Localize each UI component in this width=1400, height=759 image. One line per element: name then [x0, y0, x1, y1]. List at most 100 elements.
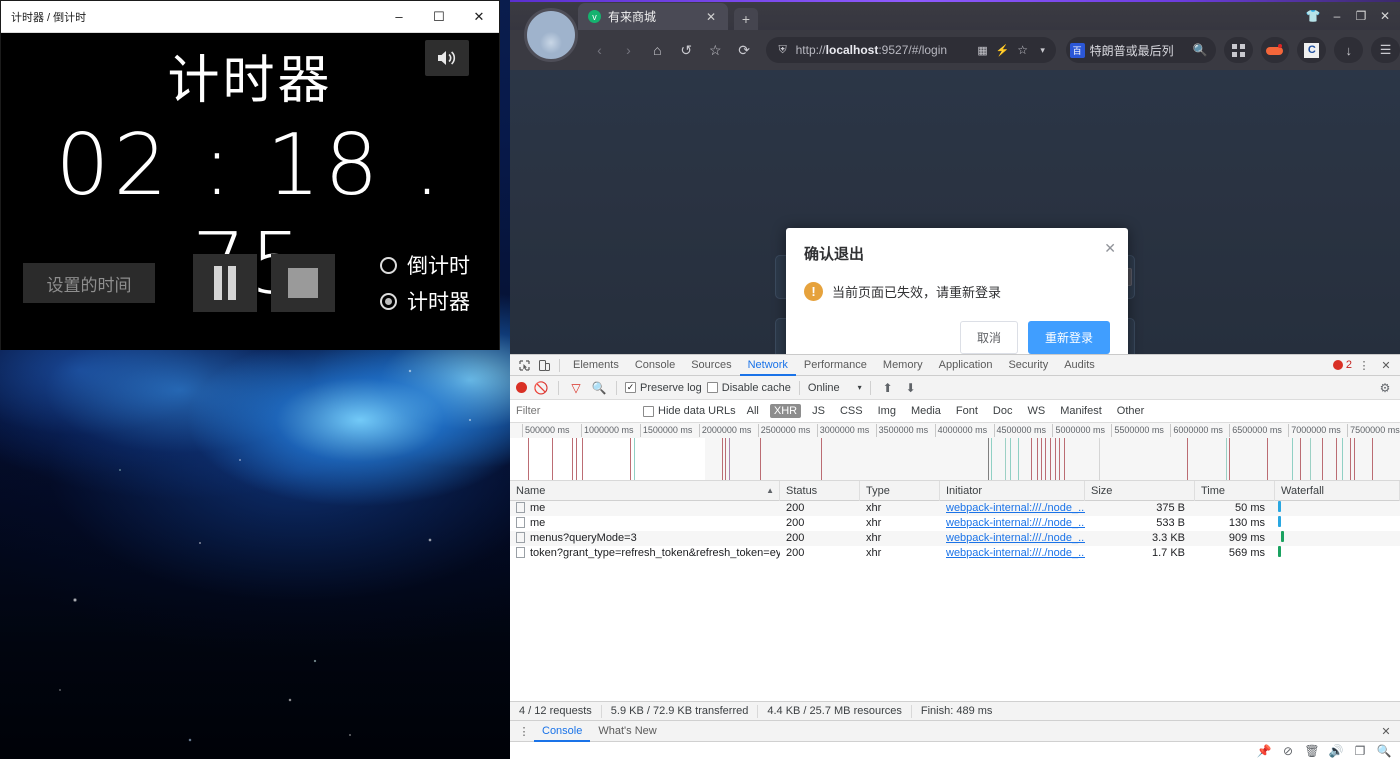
column-header-name[interactable]: Name ▲: [510, 480, 780, 501]
filter-type-all[interactable]: All: [743, 404, 763, 418]
devtools-tab-application[interactable]: Application: [931, 355, 1001, 376]
column-header-size[interactable]: Size: [1085, 480, 1195, 501]
drawer-close-icon[interactable]: ✕: [1376, 722, 1396, 741]
devtools-tab-audits[interactable]: Audits: [1056, 355, 1103, 376]
inspect-icon[interactable]: [514, 356, 534, 375]
pause-icon[interactable]: [193, 254, 257, 312]
filter-type-font[interactable]: Font: [952, 404, 982, 418]
dialog-close-icon[interactable]: ✕: [1104, 240, 1116, 257]
cell-initiator[interactable]: webpack-internal:///./node_...: [940, 531, 1085, 546]
devtools-more-icon[interactable]: ⋮: [1354, 356, 1374, 375]
bookmark-star-icon[interactable]: ☆: [702, 36, 729, 64]
devtools-tab-sources[interactable]: Sources: [683, 355, 739, 376]
trash-icon[interactable]: 🗑: [1302, 743, 1322, 759]
disable-cache-checkbox[interactable]: Disable cache: [706, 382, 791, 394]
mode-radio-stopwatch[interactable]: 计时器: [380, 286, 470, 316]
stop-icon[interactable]: [271, 254, 335, 312]
apps-icon[interactable]: [1223, 37, 1253, 63]
copy-icon[interactable]: ❐: [1350, 743, 1370, 759]
browser-minimize-button[interactable]: –: [1326, 6, 1348, 26]
search-icon[interactable]: 🔍: [590, 379, 608, 397]
set-time-button[interactable]: 设置的时间: [23, 263, 155, 303]
column-header-waterfall[interactable]: Waterfall: [1275, 480, 1400, 501]
error-badge[interactable]: 2: [1332, 359, 1352, 371]
table-row[interactable]: me 200 xhr webpack-internal:///./node_... 53…: [510, 516, 1400, 531]
cancel-button[interactable]: 取消: [959, 321, 1018, 354]
browser-close-button[interactable]: ✕: [1374, 6, 1396, 26]
filter-input[interactable]: [516, 405, 636, 417]
devtools-tab-network[interactable]: Network: [739, 355, 796, 376]
browser-tab-active[interactable]: v 有来商城 ✕: [578, 3, 728, 30]
timer-minimize-button[interactable]: –: [379, 1, 419, 33]
filter-type-ws[interactable]: WS: [1023, 404, 1049, 418]
devtools-tab-memory[interactable]: Memory: [875, 355, 931, 376]
network-overview-timeline[interactable]: 500000 ms 1000000 ms 1500000 ms 2000000 ms 2…: [510, 423, 1400, 481]
search-box[interactable]: 百 特朗普或最后列 🔍: [1065, 37, 1216, 63]
qr-icon[interactable]: ▦: [975, 42, 991, 58]
initiator-link[interactable]: webpack-internal:///./node_...: [946, 532, 1085, 544]
search-icon[interactable]: 🔍: [1374, 743, 1394, 759]
table-row[interactable]: menus?queryMode=3 200 xhr webpack-internal:…: [510, 531, 1400, 546]
filter-type-img[interactable]: Img: [874, 404, 900, 418]
avatar[interactable]: [524, 8, 578, 62]
hide-data-urls-checkbox[interactable]: Hide data URLs: [643, 405, 736, 417]
devtools-tab-console[interactable]: Console: [627, 355, 683, 376]
table-row[interactable]: token?grant_type=refresh_token&refresh_t…: [510, 546, 1400, 561]
download-icon[interactable]: ↓: [1334, 37, 1364, 63]
filter-icon[interactable]: ▽: [567, 379, 585, 397]
filter-type-xhr[interactable]: XHR: [769, 404, 802, 418]
filter-type-css[interactable]: CSS: [836, 404, 867, 418]
column-header-time[interactable]: Time: [1195, 480, 1275, 501]
column-header-type[interactable]: Type: [860, 480, 940, 501]
tab-close-icon[interactable]: ✕: [700, 10, 722, 24]
volume-icon[interactable]: [425, 40, 469, 76]
import-icon[interactable]: ⬆: [879, 379, 897, 397]
clear-icon[interactable]: 🚫: [532, 379, 550, 397]
filter-type-media[interactable]: Media: [907, 404, 945, 418]
address-bar[interactable]: ⛨ http://localhost:9527/#/login ▦ ⚡ ☆ ▾: [765, 37, 1056, 63]
initiator-link[interactable]: webpack-internal:///./node_...: [946, 502, 1085, 514]
new-tab-button[interactable]: +: [734, 8, 758, 30]
devtools-close-icon[interactable]: ✕: [1376, 356, 1396, 375]
filter-type-doc[interactable]: Doc: [989, 404, 1017, 418]
cell-initiator[interactable]: webpack-internal:///./node_...: [940, 546, 1085, 561]
drawer-tab-whats-new[interactable]: What's New: [590, 721, 664, 742]
relogin-button[interactable]: 重新登录: [1027, 321, 1110, 354]
menu-icon[interactable]: ☰: [1371, 37, 1400, 63]
speaker-icon[interactable]: 🔊: [1326, 743, 1346, 759]
undo-icon[interactable]: ↺: [673, 36, 700, 64]
reload-icon[interactable]: ⟳: [731, 36, 758, 64]
filter-type-other[interactable]: Other: [1113, 404, 1149, 418]
pin-icon[interactable]: 📌: [1254, 743, 1274, 759]
back-icon[interactable]: ‹: [586, 36, 613, 64]
forward-icon[interactable]: ›: [615, 36, 642, 64]
game-icon[interactable]: [1260, 37, 1290, 63]
cell-initiator[interactable]: webpack-internal:///./node_...: [940, 516, 1085, 531]
drawer-more-icon[interactable]: ⋮: [514, 722, 534, 741]
initiator-link[interactable]: webpack-internal:///./node_...: [946, 517, 1085, 529]
skin-icon[interactable]: 👕: [1302, 6, 1324, 26]
timer-close-button[interactable]: ✕: [459, 1, 499, 33]
mode-radio-countdown[interactable]: 倒计时: [380, 250, 470, 280]
column-header-status[interactable]: Status: [780, 480, 860, 501]
no-edit-icon[interactable]: ⊘: [1278, 743, 1298, 759]
drawer-tab-console[interactable]: Console: [534, 721, 591, 742]
device-toggle-icon[interactable]: [534, 356, 554, 375]
chevron-down-icon[interactable]: ▾: [1036, 42, 1050, 58]
star-icon[interactable]: ☆: [1015, 42, 1031, 58]
column-header-initiator[interactable]: Initiator: [940, 480, 1085, 501]
timer-maximize-button[interactable]: ☐: [419, 1, 459, 33]
initiator-link[interactable]: webpack-internal:///./node_...: [946, 547, 1085, 559]
cell-initiator[interactable]: webpack-internal:///./node_...: [940, 501, 1085, 516]
search-icon[interactable]: 🔍: [1193, 43, 1208, 57]
record-icon[interactable]: [516, 382, 527, 393]
preserve-log-checkbox[interactable]: ✓ Preserve log: [625, 382, 702, 394]
devtools-tab-performance[interactable]: Performance: [796, 355, 875, 376]
home-icon[interactable]: ⌂: [644, 36, 671, 64]
throttling-select[interactable]: Online ▾: [808, 382, 862, 394]
devtools-tab-security[interactable]: Security: [1000, 355, 1056, 376]
chrome-extension-icon[interactable]: C: [1297, 37, 1327, 63]
filter-type-js[interactable]: JS: [808, 404, 829, 418]
lightning-icon[interactable]: ⚡: [996, 42, 1010, 58]
devtools-settings-icon[interactable]: ⚙: [1376, 379, 1394, 397]
